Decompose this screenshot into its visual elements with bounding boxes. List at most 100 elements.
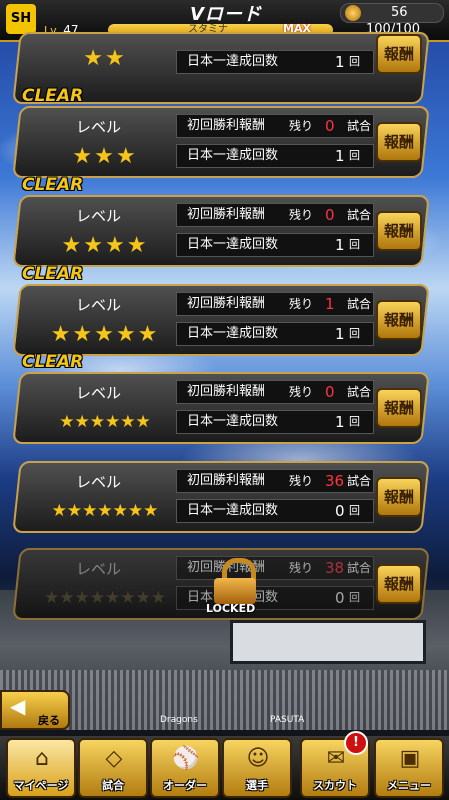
coin-counter[interactable]: 56 [340,3,444,23]
champion-count-row: 日本一達成回数 0 回 [176,499,374,523]
lock-icon: LOCKED [206,558,264,615]
champion-count-row: 日本一達成回数 1 回 [176,233,374,257]
level-card[interactable]: CLEAR レベル ★★★ 初回勝利報酬 残り 0 試合 日本一達成回数 1 回… [12,86,434,178]
champion-count-value: 1 [335,413,345,431]
level-label: レベル [76,207,122,225]
first-win-reward-row: 初回勝利報酬 残り 0 試合 [176,203,374,227]
clear-label: CLEAR [22,175,84,195]
level-stars: ★★★★★★★★ [44,588,166,608]
nav-match[interactable]: ◇ 試合 [78,738,148,798]
ad-board: Dragons [160,715,198,725]
reward-button[interactable]: 報酬 [376,122,422,162]
remaining-unit: 試合 [347,474,372,488]
nav-order[interactable]: ⚾ オーダー [150,738,220,798]
notification-badge: ! [344,731,368,755]
level-label: レベル [76,384,122,402]
level-stars: ★★★★★★★ [51,501,159,521]
champion-count-row: 日本一達成回数 1 回 [176,410,374,434]
page-title: Vロード [190,4,262,25]
level-stars: ★★ [83,46,127,71]
lock-body [214,578,256,604]
player-icon: ☺ [246,746,270,771]
champion-count-label: 日本一達成回数 [187,54,279,69]
champion-count-unit: 回 [349,327,360,340]
back-arrow-icon: ◀ [10,694,26,718]
champion-count-value: 1 [335,53,345,71]
champion-count-label: 日本一達成回数 [187,237,279,252]
level-card-locked: レベル ★★★★★★★★ 初回勝利報酬 残り 38 試合 日本一達成回数 0 回… [12,548,434,620]
level-label: レベル [76,560,122,578]
first-win-label: 初回勝利報酬 [187,118,266,133]
baseball-diamond-icon: ◇ [105,746,123,771]
coin-icon [345,5,361,21]
level-card[interactable]: レベル ★★★★★★★ 初回勝利報酬 残り 36 試合 日本一達成回数 0 回 … [12,461,434,533]
clear-label: CLEAR [22,352,84,372]
remaining-value: 36 [325,472,345,490]
remaining-value: 1 [325,295,335,313]
first-win-reward-row: 初回勝利報酬 残り 1 試合 [176,292,374,316]
home-icon: ⌂ [35,746,49,771]
level-label: レベル [76,473,122,491]
champion-count-unit: 回 [349,415,360,428]
level-card[interactable]: CLEAR レベル ★★★★★★ 初回勝利報酬 残り 0 試合 日本一達成回数 … [12,352,434,444]
nav-label: 試合 [102,779,124,792]
back-label: 戻る [38,714,60,727]
champion-count-row: 日本一達成回数 1 回 [176,144,374,168]
remaining-unit: 試合 [347,297,372,311]
bottom-nav: ⌂ マイページ ◇ 試合 ⚾ オーダー ☺ 選手 ✉ スカウト ▣ メニュー [0,736,449,800]
reward-button[interactable]: 報酬 [376,34,422,74]
remaining-value: 0 [325,206,335,224]
locked-label: LOCKED [206,602,256,615]
remaining-unit: 試合 [347,561,372,575]
champion-count-unit: 回 [349,238,360,251]
remaining-unit: 試合 [347,208,372,222]
first-win-label: 初回勝利報酬 [187,473,266,488]
remaining-label: 残り [289,561,314,575]
level-card[interactable]: CLEAR レベル ★★★★ 初回勝利報酬 残り 0 試合 日本一達成回数 1 … [12,175,434,267]
level-stars: ★★★★ [61,233,149,258]
first-win-reward-row: 初回勝利報酬 残り 0 試合 [176,380,374,404]
clear-label: CLEAR [22,264,84,284]
level-stars: ★★★ [72,144,138,169]
first-win-reward-row: 初回勝利報酬 残り 36 試合 [176,469,374,493]
scoreboard [230,620,426,664]
champion-count-value: 1 [335,236,345,254]
remaining-label: 残り [289,119,314,133]
order-icon: ⚾ [172,746,200,771]
nav-label: メニュー [387,779,431,792]
champion-count-unit: 回 [349,149,360,162]
nav-label: オーダー [163,779,207,792]
champion-count-label: 日本一達成回数 [187,326,279,341]
reward-button[interactable]: 報酬 [376,564,422,604]
nav-players[interactable]: ☺ 選手 [222,738,292,798]
menu-icon: ▣ [399,746,421,771]
nav-menu[interactable]: ▣ メニュー [374,738,444,798]
champion-count-label: 日本一達成回数 [187,148,279,163]
reward-button[interactable]: 報酬 [376,300,422,340]
champion-count-value: 1 [335,325,345,343]
level-label: レベル [76,118,122,136]
remaining-value: 38 [325,559,345,577]
nav-label: マイページ [13,779,69,792]
first-win-reward-row: 初回勝利報酬 残り 38 試合 [176,556,374,580]
first-win-label: 初回勝利報酬 [187,384,266,399]
reward-button[interactable]: 報酬 [376,388,422,428]
remaining-label: 残り [289,297,314,311]
first-win-reward-row: 初回勝利報酬 残り 0 試合 [176,114,374,138]
first-win-label: 初回勝利報酬 [187,296,266,311]
back-button[interactable]: ◀ 戻る [0,690,70,730]
champion-count-row: 日本一達成回数 1 回 [176,50,374,74]
ad-board: PASUTA [270,715,305,725]
reward-button[interactable]: 報酬 [376,477,422,517]
champion-count-unit: 回 [349,591,360,604]
champion-count-row: 日本一達成回数 1 回 [176,322,374,346]
clear-label: CLEAR [22,86,84,106]
first-win-label: 初回勝利報酬 [187,207,266,222]
champion-count-unit: 回 [349,504,360,517]
team-logo: SH [6,4,36,34]
level-card[interactable]: CLEAR レベル ★★★★★ 初回勝利報酬 残り 1 試合 日本一達成回数 1… [12,264,434,356]
nav-my-page[interactable]: ⌂ マイページ [6,738,76,798]
champion-count-label: 日本一達成回数 [187,414,279,429]
reward-button[interactable]: 報酬 [376,211,422,251]
remaining-value: 0 [325,383,335,401]
